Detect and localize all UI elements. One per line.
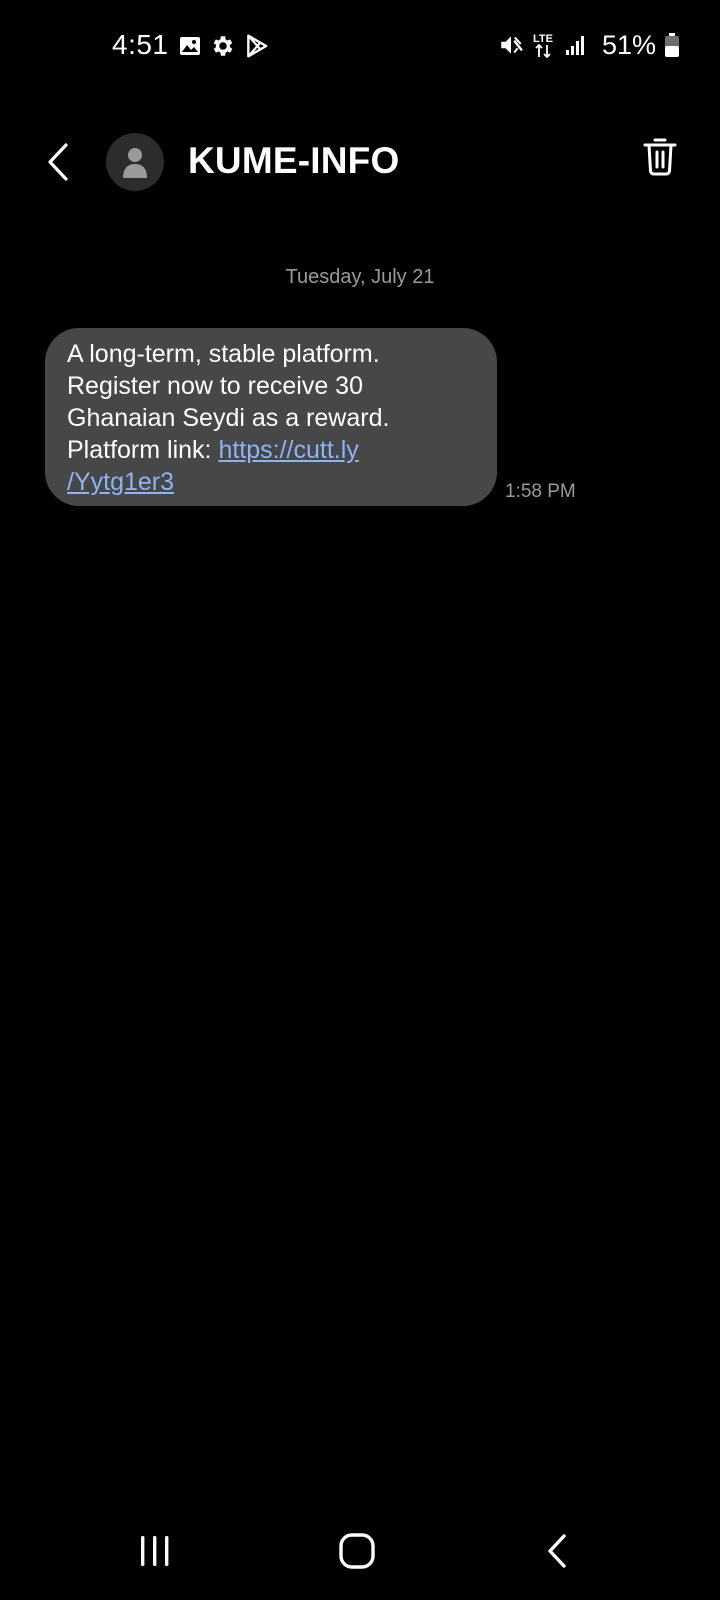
recents-icon: [141, 1536, 169, 1566]
nav-back-button[interactable]: [528, 1526, 588, 1576]
delete-button[interactable]: [638, 132, 682, 180]
date-divider: Tuesday, July 21: [285, 266, 435, 288]
message-bubble[interactable]: A long-term, stable platform. Register no…: [45, 328, 497, 506]
back-button[interactable]: [36, 140, 80, 184]
status-time: 4:51: [112, 29, 169, 60]
status-bar: 4:51 LTE 51%: [0, 0, 720, 92]
message-link-part: /Yytg1er3: [67, 468, 175, 496]
lte-icon: LTE: [532, 31, 556, 59]
home-button[interactable]: [327, 1526, 387, 1576]
status-system-icons: LTE 51%: [498, 28, 680, 62]
message-line: Platform link:: [67, 436, 219, 464]
contact-name[interactable]: KUME-INFO: [188, 138, 399, 184]
contact-avatar[interactable]: [106, 133, 164, 191]
signal-icon: [564, 33, 588, 57]
battery-percent: 51%: [601, 30, 656, 60]
home-icon: [339, 1533, 375, 1569]
message-line: A long-term, stable platform.: [67, 340, 380, 368]
message-line: Ghanaian Seydi as a reward.: [67, 404, 390, 432]
play-store-icon: [244, 33, 270, 59]
message-text: A long-term, stable platform. Register no…: [67, 338, 475, 498]
status-notification-icons: [178, 32, 270, 60]
message-timestamp: 1:58 PM: [505, 481, 576, 502]
gallery-icon: [178, 34, 202, 58]
message-link-part: https://cutt.ly: [218, 436, 359, 464]
chevron-left-icon: [48, 143, 68, 181]
recents-button[interactable]: [125, 1526, 185, 1576]
trash-icon: [643, 138, 677, 176]
svg-text:LTE: LTE: [533, 33, 553, 45]
mute-icon: [498, 32, 524, 58]
settings-icon: [210, 33, 236, 59]
person-icon: [123, 148, 147, 178]
message-line: Register now to receive 30: [67, 372, 363, 400]
conversation-header: KUME-INFO: [0, 120, 720, 204]
navigation-bar: [0, 1504, 720, 1600]
back-icon: [548, 1534, 566, 1568]
battery-icon: [664, 32, 680, 58]
